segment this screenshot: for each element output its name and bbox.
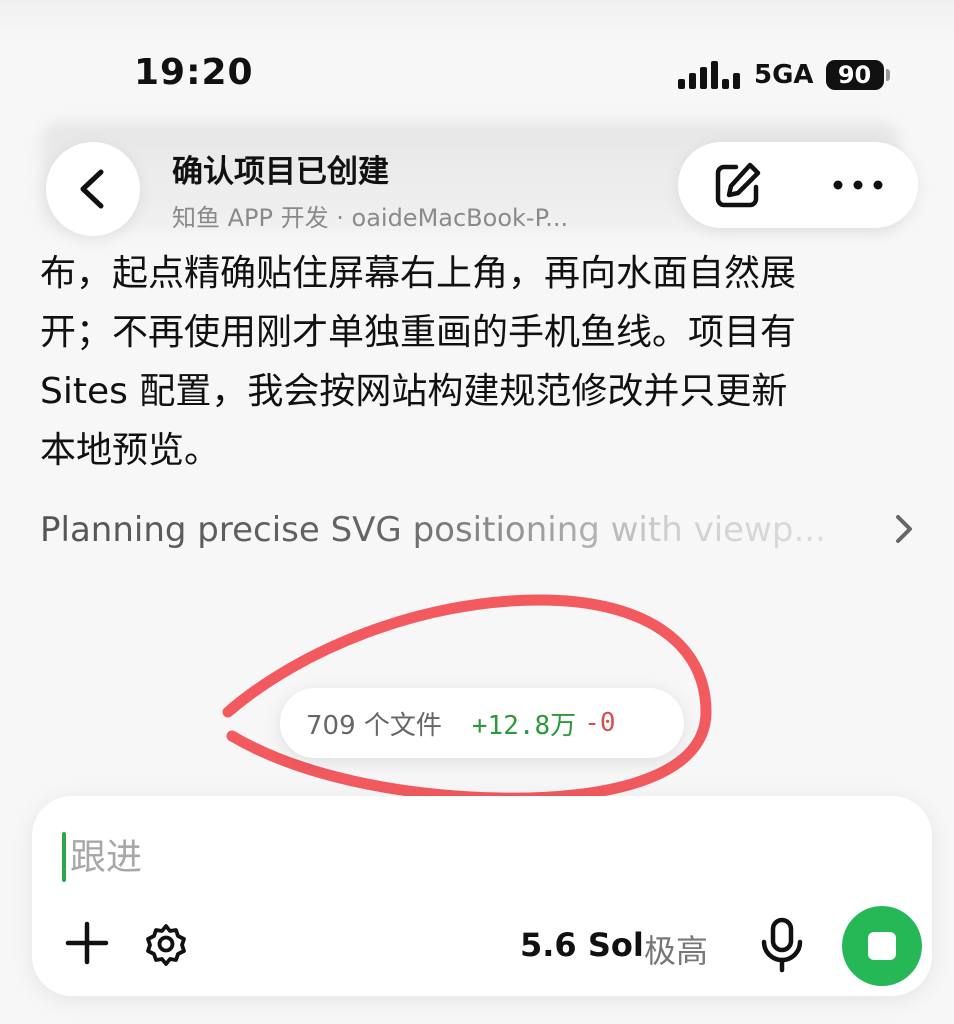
- voice-input-button[interactable]: [758, 916, 806, 974]
- page-title: 确认项目已创建: [172, 154, 389, 190]
- status-time: 19:20: [134, 52, 254, 93]
- microphone-icon: [761, 917, 803, 973]
- reasoning-text: Planning precise SVG positioning with vi…: [40, 510, 826, 550]
- settings-button[interactable]: [144, 922, 188, 966]
- message-line: 布，起点精确贴住屏幕右上角，再向水面自然展: [40, 253, 797, 294]
- message-line: 本地预览。: [40, 430, 221, 471]
- lines-removed: -0: [584, 708, 616, 738]
- model-selector[interactable]: 5.6 Sol: [520, 926, 644, 964]
- compose-button[interactable]: [712, 159, 764, 211]
- effort-selector[interactable]: 极高: [644, 926, 708, 972]
- stop-button[interactable]: [842, 906, 922, 986]
- more-icon: [833, 180, 883, 190]
- gear-icon: [146, 924, 186, 966]
- battery-tip: [885, 69, 890, 81]
- message-line: Sites 配置，我会按网站构建规范修改并只更新: [40, 371, 788, 412]
- battery-icon: 90: [825, 60, 884, 90]
- text-caret: [62, 832, 66, 882]
- back-button[interactable]: [46, 142, 140, 236]
- plus-icon: [65, 921, 109, 965]
- chevron-right-icon: [896, 515, 912, 543]
- signal-icon: [678, 61, 740, 89]
- status-indicators: 5GA 90: [678, 58, 890, 92]
- scrolled-content-fade: [0, 0, 954, 40]
- attach-button[interactable]: [64, 920, 110, 966]
- more-button[interactable]: [832, 159, 884, 211]
- lines-added: +12.8万: [471, 710, 577, 741]
- header-actions: [678, 142, 918, 228]
- file-count: 709 个文件: [306, 710, 442, 741]
- compose-icon: [715, 162, 761, 208]
- assistant-message: 布，起点精确贴住屏幕右上角，再向水面自然展 开；不再使用刚才单独重画的手机鱼线。…: [40, 244, 920, 480]
- chevron-left-icon: [80, 169, 104, 209]
- follow-up-input[interactable]: [68, 826, 772, 888]
- changes-summary-pill[interactable]: 709 个文件 +12.8万 -0: [280, 688, 684, 758]
- message-line: 开；不再使用刚才单独重画的手机鱼线。项目有: [40, 312, 797, 353]
- stop-icon: [868, 932, 896, 960]
- network-label: 5GA: [754, 60, 814, 90]
- project-subtitle: 知鱼 APP 开发 · oaideMacBook-P...: [172, 204, 569, 232]
- composer: 5.6 Sol 极高: [32, 796, 932, 996]
- reasoning-summary[interactable]: Planning precise SVG positioning with vi…: [40, 505, 920, 555]
